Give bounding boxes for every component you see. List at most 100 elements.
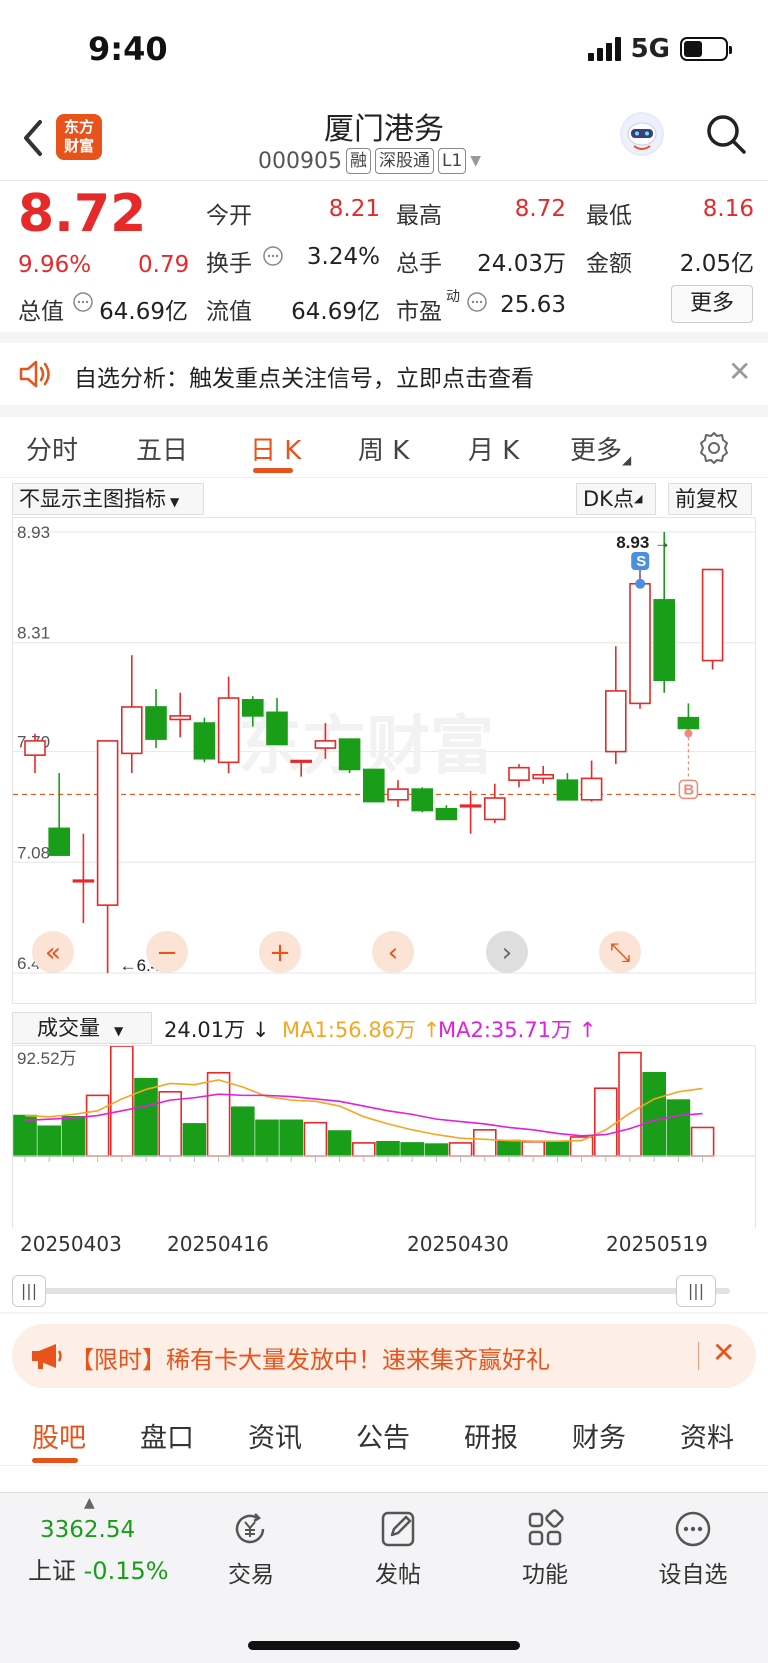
caret-up-icon: ▲ [84,1495,95,1511]
volume-bar [134,1077,158,1157]
candle-body [193,722,216,760]
index-value[interactable]: 3362.54 [40,1517,135,1543]
date-label: 20250519 [606,1232,708,1256]
kline-chart[interactable]: 8.938.317.707.086.46东方财富8.93 →S←6.46B«−+… [12,517,756,1004]
candle-body [411,788,434,812]
volume-chart[interactable]: 92.52万 [12,1045,756,1230]
promo-banner[interactable]: 【限时】稀有卡大量发放中！速来集齐赢好礼 ✕ [12,1324,756,1388]
nav-post[interactable]: 发帖 [343,1509,453,1589]
tab-guba[interactable]: 股吧 [32,1416,86,1455]
nav-add-watchlist[interactable]: 设自选 [638,1509,748,1589]
nav-add-watchlist-label: 设自选 [658,1562,728,1588]
divider [0,332,768,343]
info-icon[interactable] [72,291,94,313]
corner-arrow-icon: ◢ [622,453,632,467]
close-icon[interactable]: ✕ [712,1336,735,1369]
range-scrollbar[interactable]: ||| ||| [12,1272,756,1310]
low-label: 最低 [586,203,632,229]
tab-monthly-k[interactable]: 月 K [468,430,519,467]
scroll-track [38,1288,730,1294]
scroll-handle-right[interactable]: ||| [676,1275,716,1307]
tag-connect: 深股通 [374,148,434,174]
candle-body [48,827,71,856]
open-label: 今开 [206,203,252,229]
tab-research[interactable]: 研报 [464,1416,518,1455]
volume-value: 24.03万 [477,251,566,277]
y-tick-label: 8.31 [17,624,50,643]
candle-body [266,711,288,746]
tab-five-day[interactable]: 五日 [136,430,188,467]
volume-bar [521,1140,546,1157]
speaker-icon [19,360,50,388]
more-button[interactable]: 更多 [671,285,753,323]
candle-body [362,768,385,803]
tab-profile[interactable]: 资料 [680,1416,734,1455]
robot-avatar-icon[interactable] [620,112,664,156]
nav-trade[interactable]: 交易 [196,1509,306,1589]
settings-gear-icon[interactable] [696,430,732,466]
turnover-value: 3.24% [306,244,380,270]
market-cap-label: 总值 [18,299,64,325]
chart-controls: 不显示主图指标 ▼ DK点◢ 前复权 [12,483,756,517]
volume-bar [618,1051,642,1157]
volume-bar [206,1071,231,1157]
low-value: 8.16 [702,196,754,222]
arrow-up-icon: ↑ [578,1018,597,1042]
volume-label: 总手 [396,251,442,277]
adjust-button[interactable]: 前复权 [668,483,752,515]
notice-banner[interactable]: 自选分析：触发重点关注信号，立即点击查看 ✕ [0,343,768,405]
index-name: 上证 [28,1557,76,1585]
promo-divider [698,1342,699,1370]
tab-news[interactable]: 资讯 [248,1416,302,1455]
turnover-label: 换手 [206,251,252,277]
scroll-handle-left[interactable]: ||| [12,1275,46,1307]
stock-code-row[interactable]: 000905 融 深股通 L1 ▼ [258,148,481,174]
candle-body [145,706,167,740]
info-icon[interactable] [262,245,284,267]
volume-bar [351,1142,376,1157]
pe-label: 市盈 [396,299,442,325]
info-icon[interactable] [466,291,488,313]
tab-more[interactable]: 更多◢ [570,430,631,467]
tab-weekly-k[interactable]: 周 K [358,430,409,467]
volume-bar [13,1114,37,1157]
candle-body [580,777,603,801]
volume-bar [255,1119,279,1157]
dk-label: DK点 [583,487,634,511]
tag-margin: 融 [345,148,371,174]
candle-body [604,690,627,753]
volume-select[interactable]: 成交量 ▼ [12,1012,152,1044]
indicator-select-label: 不显示主图指标 [19,487,166,511]
arrow-down-icon: ↓ [251,1018,270,1042]
volume-bar [303,1121,328,1157]
pe-superscript: 动 [446,289,460,305]
volume-bar [472,1129,497,1157]
candle-body [24,740,46,756]
index-row[interactable]: 上证 -0.15% [28,1551,169,1586]
tab-intraday[interactable]: 分时 [26,430,78,467]
candle-body [96,740,119,906]
tab-announcement[interactable]: 公告 [356,1416,410,1455]
dk-point-button[interactable]: DK点◢ [576,483,656,515]
tab-more-label: 更多 [570,436,623,466]
date-label: 20250430 [407,1232,509,1256]
sell-marker-label: S [636,553,646,570]
y-tick-label: 92.52万 [17,1049,77,1068]
network-type: 5G [630,34,670,64]
tab-daily-k[interactable]: 日 K [250,430,301,467]
active-tab-underline [32,1458,78,1463]
volume-bar [327,1130,352,1157]
tab-finance[interactable]: 财务 [572,1416,626,1455]
indicator-select[interactable]: 不显示主图指标 ▼ [12,483,204,515]
divider [0,405,768,417]
nav-function[interactable]: 功能 [490,1509,600,1589]
candle-body [121,706,143,755]
tab-pankou[interactable]: 盘口 [140,1416,194,1455]
content-tabs: 股吧 盘口 资讯 公告 研报 财务 资料 [0,1400,768,1466]
close-icon[interactable]: ✕ [728,355,751,388]
candle-body [508,766,530,781]
volume-bar [182,1123,207,1157]
search-button[interactable] [704,112,748,156]
zoom-in-icon: + [269,938,291,968]
ma1-value: MA1:56.86万 [282,1018,417,1042]
